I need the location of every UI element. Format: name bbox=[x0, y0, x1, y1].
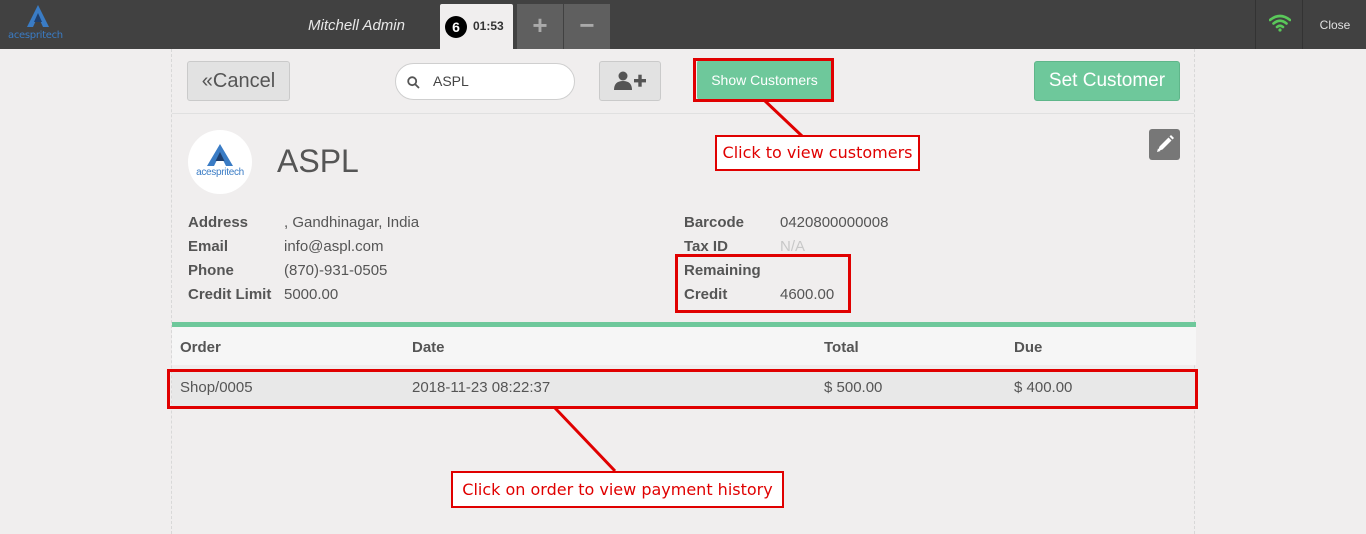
barcode-value: 0420800000008 bbox=[780, 214, 889, 231]
cancel-label: Cancel bbox=[212, 70, 276, 92]
remaining-credit-value: 4600.00 bbox=[780, 286, 835, 303]
remove-order-button[interactable]: − bbox=[564, 4, 610, 49]
order-due-cell: $ 400.00 bbox=[1014, 379, 1073, 396]
callout-payment-history: Click on order to view payment history bbox=[451, 471, 784, 508]
cancel-button[interactable]: «Cancel bbox=[187, 61, 290, 101]
column-header-date: Date bbox=[412, 339, 445, 356]
remaining-label: Remaining bbox=[684, 262, 761, 279]
credit-limit-value: 5000.00 bbox=[284, 286, 339, 303]
tax-id-label: Tax ID bbox=[684, 238, 728, 255]
phone-value: (870)-931-0505 bbox=[284, 262, 388, 279]
add-user-icon bbox=[614, 71, 646, 90]
address-label: Address bbox=[188, 214, 249, 231]
logo-icon bbox=[27, 5, 49, 27]
customer-name: ASPL bbox=[277, 143, 359, 179]
tax-id-value: N/A bbox=[780, 238, 806, 255]
add-customer-button[interactable] bbox=[599, 61, 661, 101]
email-value: info@aspl.com bbox=[284, 238, 384, 255]
order-time: 01:53 bbox=[473, 19, 504, 33]
order-ref-cell: Shop/0005 bbox=[180, 379, 253, 396]
edit-customer-button[interactable] bbox=[1149, 129, 1180, 160]
customer-avatar: acespritech bbox=[188, 130, 252, 194]
add-order-button[interactable]: + bbox=[517, 4, 563, 49]
wifi-icon bbox=[1269, 14, 1291, 32]
table-row[interactable]: Shop/0005 2018-11-23 08:22:37 $ 500.00 $… bbox=[172, 369, 1196, 408]
double-chevron-left-icon: « bbox=[201, 70, 213, 92]
order-total-cell: $ 500.00 bbox=[824, 379, 883, 396]
email-label: Email bbox=[188, 238, 229, 255]
avatar-logo-text: acespritech bbox=[196, 167, 244, 178]
close-button[interactable]: Close bbox=[1304, 0, 1366, 49]
customer-screen: «Cancel Show Customers Set Customer aces… bbox=[171, 49, 1196, 534]
top-bar: acespritech Mitchell Admin 6 01:53 + − C… bbox=[0, 0, 1366, 49]
brand-logo: acespritech bbox=[8, 4, 68, 44]
order-tab[interactable]: 6 01:53 bbox=[440, 4, 513, 49]
order-number-badge: 6 bbox=[445, 16, 467, 38]
show-customers-button[interactable]: Show Customers bbox=[697, 60, 832, 100]
pencil-icon bbox=[1157, 135, 1174, 152]
search-input[interactable] bbox=[433, 73, 563, 89]
set-customer-button[interactable]: Set Customer bbox=[1034, 61, 1180, 101]
search-icon bbox=[407, 76, 420, 89]
credit-limit-label: Credit Limit bbox=[188, 286, 272, 303]
logo-icon bbox=[207, 144, 233, 166]
orders-table-header: Order Date Total Due bbox=[172, 322, 1196, 365]
cashier-name[interactable]: Mitchell Admin bbox=[308, 17, 405, 34]
logo-text: acespritech bbox=[8, 30, 63, 41]
customer-toolbar: «Cancel Show Customers Set Customer bbox=[172, 49, 1194, 114]
column-header-total: Total bbox=[824, 339, 859, 356]
phone-label: Phone bbox=[188, 262, 234, 279]
customer-search[interactable] bbox=[395, 63, 575, 100]
order-date-cell: 2018-11-23 08:22:37 bbox=[412, 379, 551, 396]
connection-status[interactable] bbox=[1255, 0, 1303, 49]
barcode-label: Barcode bbox=[684, 214, 745, 231]
credit-label: Credit bbox=[684, 286, 728, 303]
address-value: , Gandhinagar, India bbox=[284, 214, 420, 231]
column-header-due: Due bbox=[1014, 339, 1043, 356]
callout-view-customers: Click to view customers bbox=[715, 135, 920, 171]
column-header-order: Order bbox=[180, 339, 221, 356]
